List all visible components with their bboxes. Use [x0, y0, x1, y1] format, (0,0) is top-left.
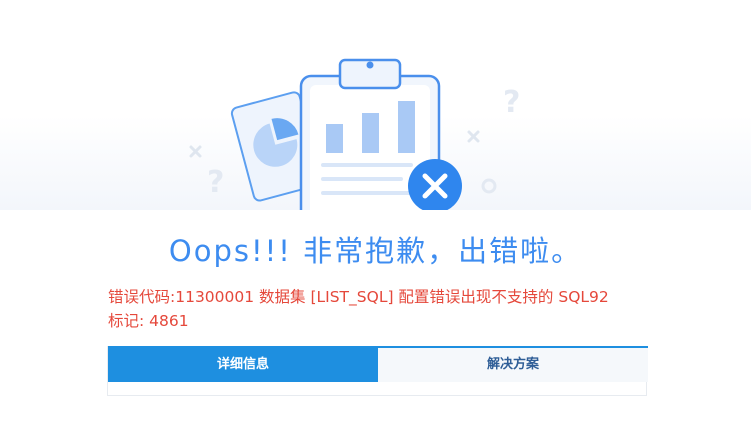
- tab-solutions[interactable]: 解决方案: [378, 348, 648, 382]
- error-illustration: ? ?: [0, 0, 751, 210]
- tab-details[interactable]: 详细信息: [108, 348, 378, 382]
- error-title: Oops!!! 非常抱歉，出错啦。: [168, 234, 583, 268]
- error-detail-tabs: 详细信息 解决方案: [107, 346, 648, 396]
- error-illustration-graphic: ? ?: [189, 58, 520, 210]
- question-mark-icon: ?: [503, 85, 520, 120]
- error-mark: 标记: 4861: [108, 312, 189, 330]
- question-mark-icon: ?: [207, 165, 224, 200]
- error-code-message: 错误代码:11300001 数据集 [LIST_SQL] 配置错误出现不支持的 …: [108, 288, 609, 306]
- decorative-circle-icon: [481, 178, 497, 194]
- tab-bar: 详细信息 解决方案: [108, 346, 648, 382]
